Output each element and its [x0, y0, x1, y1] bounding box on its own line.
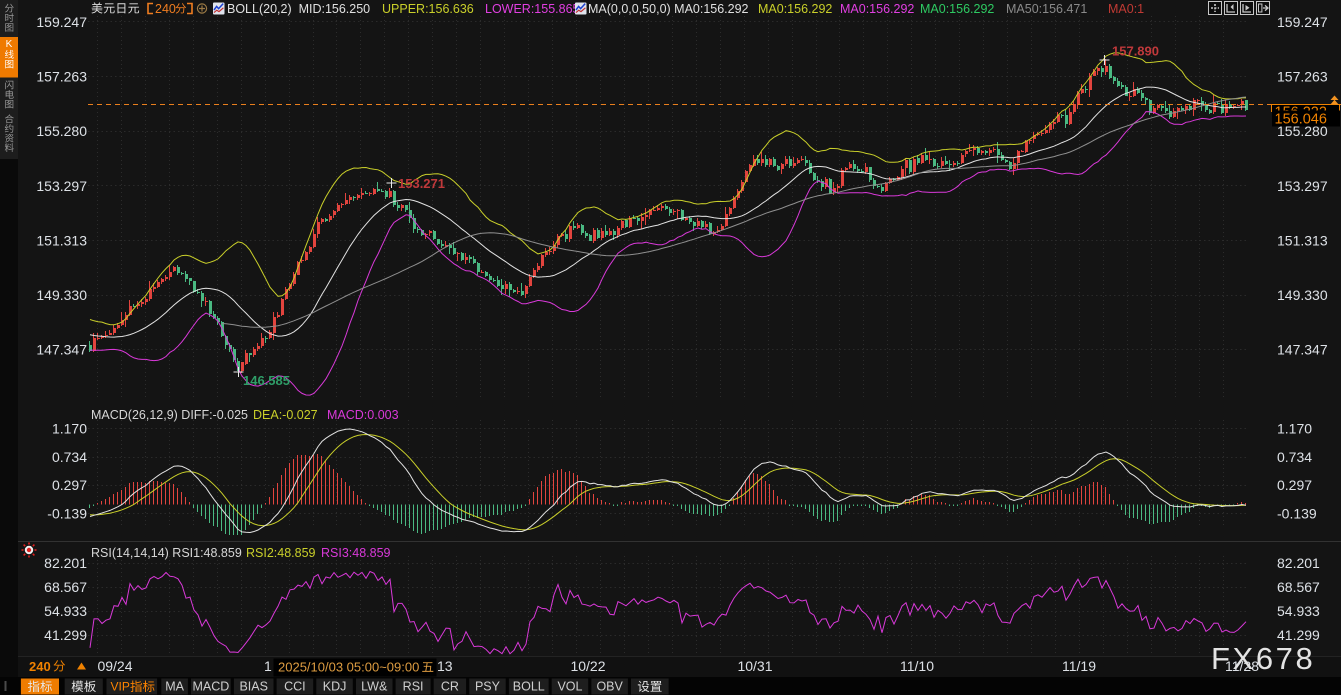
- svg-text:FX678: FX678: [1211, 641, 1315, 676]
- svg-text:OBV: OBV: [596, 680, 623, 694]
- svg-text:54.933: 54.933: [44, 603, 87, 619]
- svg-text:LOWER:155.865: LOWER:155.865: [485, 2, 580, 16]
- svg-text:BIAS: BIAS: [239, 680, 268, 694]
- svg-text:0.734: 0.734: [52, 449, 87, 465]
- svg-text:MACD(26,12,9) DIFF:-0.025: MACD(26,12,9) DIFF:-0.025: [91, 408, 248, 422]
- svg-text:146.585: 146.585: [243, 373, 290, 388]
- svg-text:MA0:156.292: MA0:156.292: [840, 2, 914, 16]
- svg-text:11/19: 11/19: [1062, 658, 1096, 674]
- svg-text:159.247: 159.247: [36, 14, 87, 30]
- svg-text:1: 1: [264, 658, 272, 674]
- svg-text:149.330: 149.330: [1277, 287, 1328, 303]
- svg-text:13: 13: [437, 658, 453, 674]
- svg-text:09/24: 09/24: [97, 658, 132, 674]
- svg-text:PSY: PSY: [475, 680, 501, 694]
- svg-text:10/31: 10/31: [737, 658, 772, 674]
- svg-text:157.263: 157.263: [36, 69, 87, 85]
- svg-text:BOLL(20,2) MID:156.250: BOLL(20,2) MID:156.250: [227, 2, 370, 16]
- svg-text:MA50:156.471: MA50:156.471: [1006, 2, 1087, 16]
- svg-text:MACD: MACD: [192, 680, 229, 694]
- svg-text:0.297: 0.297: [1277, 477, 1312, 493]
- svg-text:VOL: VOL: [557, 680, 582, 694]
- svg-text:240: 240: [155, 2, 176, 16]
- svg-text:0.734: 0.734: [1277, 449, 1312, 465]
- svg-text:CCI: CCI: [284, 680, 306, 694]
- svg-text:41.299: 41.299: [44, 627, 87, 643]
- svg-text:MACD:0.003: MACD:0.003: [327, 408, 399, 422]
- svg-text:156.046: 156.046: [1275, 112, 1327, 128]
- svg-text:1.170: 1.170: [52, 420, 87, 436]
- svg-text:147.347: 147.347: [1277, 342, 1328, 358]
- svg-text:0.297: 0.297: [52, 477, 87, 493]
- svg-text:RSI2:48.859: RSI2:48.859: [246, 546, 316, 560]
- svg-text:157.263: 157.263: [1277, 69, 1328, 85]
- svg-text:151.313: 151.313: [1277, 232, 1328, 248]
- svg-text:MA0:156.292: MA0:156.292: [920, 2, 994, 16]
- svg-text:UPPER:156.636: UPPER:156.636: [382, 2, 474, 16]
- svg-text:RSI(14,14,14) RSI1:48.859: RSI(14,14,14) RSI1:48.859: [91, 546, 242, 560]
- svg-text:CR: CR: [441, 680, 459, 694]
- svg-text:151.313: 151.313: [36, 232, 87, 248]
- svg-text:LW&: LW&: [361, 680, 388, 694]
- svg-text:68.567: 68.567: [1277, 579, 1320, 595]
- svg-text:MA0:156.292: MA0:156.292: [758, 2, 832, 16]
- svg-text:159.247: 159.247: [1277, 14, 1328, 30]
- svg-text:153.271: 153.271: [398, 176, 445, 191]
- svg-text:RSI3:48.859: RSI3:48.859: [321, 546, 391, 560]
- svg-text:147.347: 147.347: [36, 342, 87, 358]
- svg-text:149.330: 149.330: [36, 287, 87, 303]
- svg-text:2025/10/03 05:00~09:00: 2025/10/03 05:00~09:00: [278, 660, 419, 675]
- svg-text:VIP: VIP: [111, 680, 130, 694]
- svg-text:157.890: 157.890: [1112, 44, 1159, 59]
- svg-text:BOLL: BOLL: [513, 680, 545, 694]
- svg-text:240: 240: [29, 659, 51, 674]
- svg-text:155.280: 155.280: [36, 123, 87, 139]
- svg-text:153.297: 153.297: [36, 178, 87, 194]
- svg-text:68.567: 68.567: [44, 579, 87, 595]
- svg-text:82.201: 82.201: [1277, 555, 1320, 571]
- svg-text:-0.139: -0.139: [1277, 505, 1317, 521]
- svg-text:-0.139: -0.139: [47, 505, 87, 521]
- svg-text:RSI: RSI: [403, 680, 424, 694]
- svg-text:82.201: 82.201: [44, 555, 87, 571]
- svg-text:11/10: 11/10: [900, 658, 934, 674]
- svg-text:153.297: 153.297: [1277, 178, 1328, 194]
- svg-text:KDJ: KDJ: [323, 680, 347, 694]
- svg-text:DEA:-0.027: DEA:-0.027: [253, 408, 318, 422]
- svg-text:1.170: 1.170: [1277, 420, 1312, 436]
- svg-text:MA: MA: [165, 680, 184, 694]
- svg-text:10/22: 10/22: [570, 658, 605, 674]
- svg-text:MA0:1: MA0:1: [1108, 2, 1144, 16]
- svg-text:54.933: 54.933: [1277, 603, 1320, 619]
- svg-text:K: K: [6, 39, 13, 50]
- svg-text:MA(0,0,0,50,0) MA0:156.292: MA(0,0,0,50,0) MA0:156.292: [588, 2, 749, 16]
